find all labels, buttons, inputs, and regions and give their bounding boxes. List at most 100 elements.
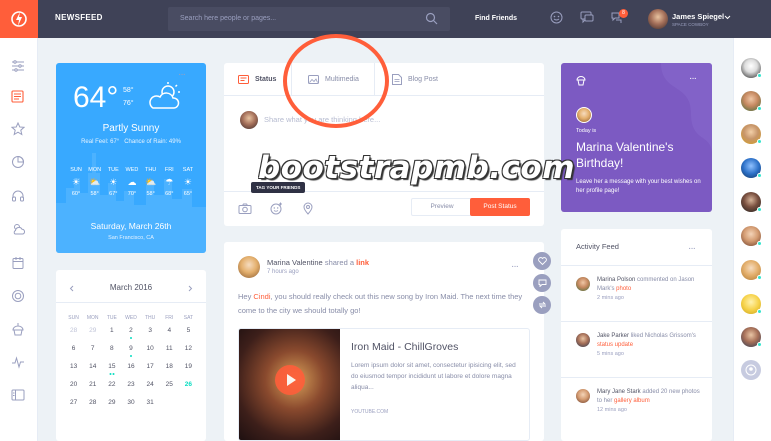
friend-avatar[interactable] [741,158,762,178]
friend-avatar[interactable] [741,91,762,111]
activity-user[interactable]: Mary Jane Stark [597,389,641,395]
mention-link[interactable]: Cindi [253,292,270,301]
friend-requests-icon[interactable] [550,11,563,24]
headphones-icon[interactable] [11,189,25,203]
calendar-day[interactable]: 15 [102,363,121,381]
friend-avatar[interactable] [741,294,762,314]
birthday-more-options[interactable]: ··· [689,68,697,86]
search-icon[interactable] [425,12,438,25]
friend-avatar[interactable] [741,327,762,347]
calendar-day[interactable]: 27 [64,399,83,417]
friend-avatar[interactable] [741,58,762,78]
activity-user[interactable]: Jake Parker [597,333,629,339]
activity-target[interactable]: status update [597,342,633,348]
chevron-down-icon[interactable] [724,15,731,20]
post-action-link[interactable]: link [356,258,369,267]
calendar-day[interactable]: 31 [141,399,160,417]
calendar-day[interactable]: 14 [83,363,102,381]
calendar-day[interactable]: 16 [121,363,140,381]
newsfeed-icon[interactable] [11,90,25,103]
calendar-day[interactable]: 30 [121,399,140,417]
menu-icon[interactable] [11,60,25,72]
activity-user[interactable]: Marina Polson [597,277,635,283]
calendar-day[interactable]: 13 [64,363,83,381]
calendar-day[interactable]: 23 [121,381,140,399]
tab-blog-post[interactable]: Blog Post [392,63,438,95]
camera-icon[interactable] [238,203,252,214]
cupcake-icon[interactable] [11,322,25,337]
tag-friends-icon[interactable] [270,202,283,215]
birthday-name[interactable]: Marina Valentine's Birthday! [576,139,706,171]
like-button[interactable] [533,252,551,270]
location-icon[interactable] [303,202,313,215]
calendar-day[interactable]: 8 [102,345,121,363]
calendar-day[interactable]: 10 [141,345,160,363]
friend-avatar[interactable] [741,124,762,144]
link-preview[interactable]: Iron Maid - ChillGroves Lorem ipsum dolo… [238,328,530,441]
activity-avatar[interactable] [576,333,590,347]
activity-target[interactable]: photo [616,286,631,292]
calendar-day[interactable]: 1 [102,327,121,345]
play-button[interactable] [275,365,305,395]
activity-avatar[interactable] [576,277,590,291]
calendar-day[interactable]: 29 [102,399,121,417]
link-title[interactable]: Iron Maid - ChillGroves [351,341,458,353]
calendar-day[interactable]: 2 [121,327,140,345]
find-friends-link[interactable]: Find Friends [475,15,517,22]
calendar-day[interactable]: 26 [179,381,198,399]
friend-avatar[interactable] [741,260,762,280]
user-name[interactable]: James Spiegel [672,12,724,21]
calendar-day[interactable]: 12 [179,345,198,363]
logo[interactable] [0,0,38,38]
star-icon[interactable] [11,122,25,136]
calendar-day[interactable]: 28 [83,399,102,417]
birthday-avatar[interactable] [576,107,592,123]
friend-avatar[interactable] [741,192,762,212]
activity-avatar[interactable] [576,389,590,403]
calendar-day[interactable]: 4 [160,327,179,345]
post-status-button[interactable]: Post Status [470,198,530,216]
badge-icon[interactable] [11,289,25,303]
share-button[interactable] [533,296,551,314]
friend-avatar[interactable] [741,360,761,380]
calendar-day[interactable]: 28 [64,327,83,345]
calendar-day[interactable]: 19 [179,363,198,381]
stats-icon[interactable] [11,356,25,369]
more-dots-icon[interactable]: ··· [178,69,186,80]
chevron-right-icon[interactable] [188,285,193,292]
author-avatar[interactable] [238,256,260,278]
activity-target[interactable]: gallery album [614,398,650,404]
calendar-day[interactable]: 9 [121,345,140,363]
calendar-day[interactable]: 24 [141,381,160,399]
calendar-day[interactable]: 25 [160,381,179,399]
friend-avatar[interactable] [741,226,762,246]
calendar-day[interactable]: 11 [160,345,179,363]
more-dots-icon[interactable]: ··· [689,73,697,84]
messages-icon[interactable] [580,11,594,24]
calendar-day[interactable]: 18 [160,363,179,381]
chart-icon[interactable] [11,155,25,169]
calendar-day[interactable]: 5 [179,327,198,345]
calendar-day[interactable]: 22 [102,381,121,399]
calendar-icon[interactable] [11,256,25,270]
calendar-day[interactable]: 29 [83,327,102,345]
calendar-day[interactable]: 3 [141,327,160,345]
preview-button[interactable]: Preview [411,198,473,216]
more-dots-icon[interactable]: ··· [511,261,519,272]
more-options[interactable]: ··· [178,69,186,80]
activity-more-options[interactable]: ··· [688,238,696,256]
tab-status[interactable]: Status [238,63,276,95]
more-dots-icon[interactable]: ··· [688,243,696,254]
calendar-day[interactable]: 21 [83,381,102,399]
calendar-day[interactable]: 7 [83,345,102,363]
calendar-day[interactable]: 6 [64,345,83,363]
comment-button[interactable] [533,274,551,292]
user-avatar[interactable] [648,9,668,29]
manage-icon[interactable] [11,389,25,401]
weather-icon[interactable] [11,222,26,236]
search-input[interactable]: Search here people or pages... [168,7,450,31]
author-name[interactable]: Marina Valentine [267,258,323,267]
post-more-options[interactable]: ··· [511,256,519,274]
calendar-day[interactable]: 20 [64,381,83,399]
calendar-day[interactable]: 17 [141,363,160,381]
